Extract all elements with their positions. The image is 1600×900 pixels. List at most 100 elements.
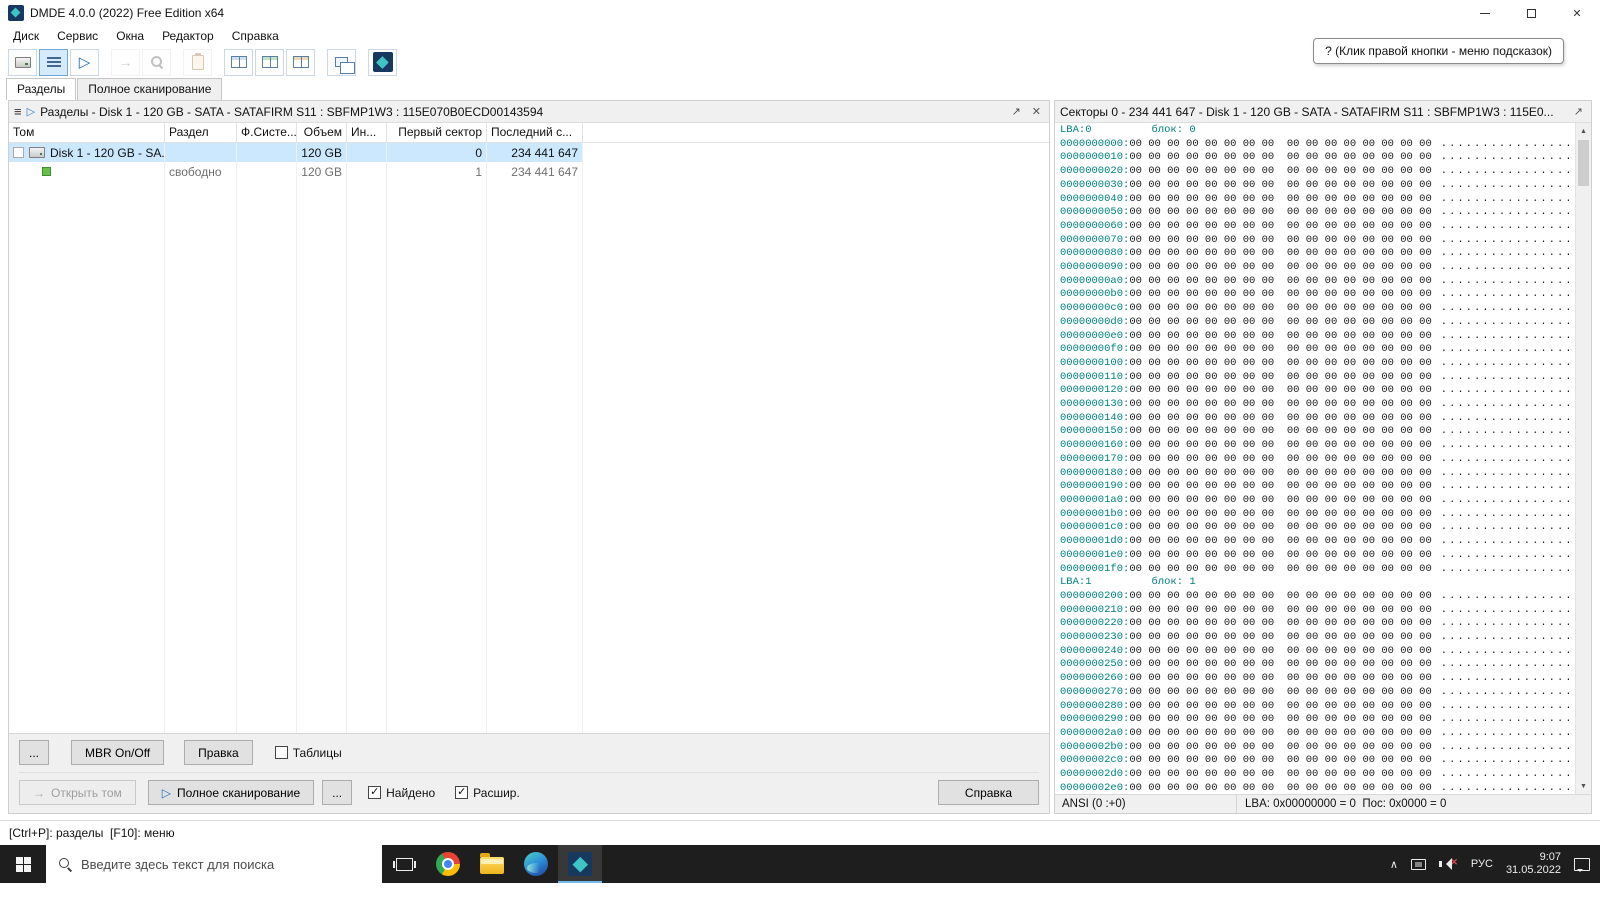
hex-row[interactable]: 0000000030:00 00 00 00 00 00 00 00 00 00…: [1060, 179, 1575, 193]
column-filesystem[interactable]: Ф.Систе...: [237, 123, 297, 142]
menu-editor[interactable]: Редактор: [153, 27, 223, 45]
hex-row[interactable]: 00000000c0:00 00 00 00 00 00 00 00 00 00…: [1060, 302, 1575, 316]
edit-button[interactable]: Правка: [184, 740, 253, 765]
toolbar-about-button[interactable]: [368, 49, 397, 76]
hex-row[interactable]: 0000000120:00 00 00 00 00 00 00 00 00 00…: [1060, 384, 1575, 398]
undock-icon[interactable]: ↗: [1571, 105, 1586, 118]
hex-row[interactable]: 0000000140:00 00 00 00 00 00 00 00 00 00…: [1060, 412, 1575, 426]
found-checkbox[interactable]: Найдено: [368, 786, 435, 800]
hex-row[interactable]: 0000000110:00 00 00 00 00 00 00 00 00 00…: [1060, 371, 1575, 385]
hex-row[interactable]: 00000000a0:00 00 00 00 00 00 00 00 00 00…: [1060, 275, 1575, 289]
hex-row[interactable]: 0000000100:00 00 00 00 00 00 00 00 00 00…: [1060, 357, 1575, 371]
action-center-icon[interactable]: [1574, 858, 1590, 871]
hex-row[interactable]: 00000001e0:00 00 00 00 00 00 00 00 00 00…: [1060, 549, 1575, 563]
hex-row[interactable]: 0000000080:00 00 00 00 00 00 00 00 00 00…: [1060, 247, 1575, 261]
hex-row[interactable]: 0000000230:00 00 00 00 00 00 00 00 00 00…: [1060, 631, 1575, 645]
tab-full-scan[interactable]: Полное сканирование: [77, 78, 222, 100]
start-button[interactable]: [0, 845, 46, 883]
toolbar-select-disk-button[interactable]: [8, 49, 37, 76]
partition-row-disk[interactable]: Disk 1 - 120 GB - SA... 120 GB 0 234 441…: [9, 143, 1049, 162]
hex-row[interactable]: 0000000210:00 00 00 00 00 00 00 00 00 00…: [1060, 604, 1575, 618]
scroll-up-icon[interactable]: ▲: [1576, 123, 1591, 139]
hex-row[interactable]: 0000000200:00 00 00 00 00 00 00 00 00 00…: [1060, 590, 1575, 604]
scrollbar-thumb[interactable]: [1578, 140, 1589, 186]
close-button[interactable]: ✕: [1554, 0, 1600, 26]
hex-row[interactable]: 0000000280:00 00 00 00 00 00 00 00 00 00…: [1060, 700, 1575, 714]
column-last-sector[interactable]: Последний с...: [487, 123, 583, 142]
clock[interactable]: 9:07 31.05.2022: [1506, 851, 1561, 877]
hex-row[interactable]: 0000000090:00 00 00 00 00 00 00 00 00 00…: [1060, 261, 1575, 275]
toolbar-windows-button[interactable]: [327, 49, 356, 76]
tables-checkbox[interactable]: Таблицы: [275, 746, 342, 760]
hex-row[interactable]: 0000000060:00 00 00 00 00 00 00 00 00 00…: [1060, 220, 1575, 234]
hex-row[interactable]: 0000000240:00 00 00 00 00 00 00 00 00 00…: [1060, 645, 1575, 659]
menu-service[interactable]: Сервис: [48, 27, 107, 45]
hex-row[interactable]: 00000000f0:00 00 00 00 00 00 00 00 00 00…: [1060, 343, 1575, 357]
toolbar-full-scan-button[interactable]: ▷: [70, 49, 99, 76]
hex-row[interactable]: 00000000e0:00 00 00 00 00 00 00 00 00 00…: [1060, 330, 1575, 344]
hex-row[interactable]: 00000000d0:00 00 00 00 00 00 00 00 00 00…: [1060, 316, 1575, 330]
undock-icon[interactable]: ↗: [1009, 105, 1024, 118]
hex-row[interactable]: 00000001d0:00 00 00 00 00 00 00 00 00 00…: [1060, 535, 1575, 549]
row-checkbox[interactable]: [13, 147, 24, 158]
column-first-sector[interactable]: Первый сектор: [387, 123, 487, 142]
panel-close-icon[interactable]: ✕: [1029, 105, 1044, 118]
taskbar-edge-button[interactable]: [514, 845, 558, 883]
hex-row[interactable]: 0000000070:00 00 00 00 00 00 00 00 00 00…: [1060, 234, 1575, 248]
hex-row[interactable]: 00000001b0:00 00 00 00 00 00 00 00 00 00…: [1060, 508, 1575, 522]
hex-row[interactable]: 00000002b0:00 00 00 00 00 00 00 00 00 00…: [1060, 741, 1575, 755]
help-button[interactable]: Справка: [938, 780, 1039, 805]
hex-row[interactable]: 00000001c0:00 00 00 00 00 00 00 00 00 00…: [1060, 521, 1575, 535]
hex-row[interactable]: 00000001a0:00 00 00 00 00 00 00 00 00 00…: [1060, 494, 1575, 508]
more-button[interactable]: ...: [19, 740, 49, 765]
taskbar-dmde-button[interactable]: [558, 845, 602, 883]
hex-row[interactable]: 0000000220:00 00 00 00 00 00 00 00 00 00…: [1060, 617, 1575, 631]
mbr-onoff-button[interactable]: MBR On/Off: [71, 740, 164, 765]
hex-row[interactable]: 0000000160:00 00 00 00 00 00 00 00 00 00…: [1060, 439, 1575, 453]
full-scan-button[interactable]: ▷ Полное сканирование: [148, 780, 314, 805]
hex-row[interactable]: 0000000270:00 00 00 00 00 00 00 00 00 00…: [1060, 686, 1575, 700]
minimize-button[interactable]: [1462, 0, 1508, 26]
tray-expand-icon[interactable]: ∧: [1390, 858, 1398, 871]
scroll-down-icon[interactable]: ▼: [1576, 778, 1591, 794]
toolbar-table-dir-button[interactable]: [286, 49, 315, 76]
hex-row[interactable]: 0000000040:00 00 00 00 00 00 00 00 00 00…: [1060, 193, 1575, 207]
hex-row[interactable]: 00000002d0:00 00 00 00 00 00 00 00 00 00…: [1060, 768, 1575, 782]
tab-partitions[interactable]: Разделы: [6, 78, 76, 100]
taskbar-search[interactable]: Введите здесь текст для поиска: [46, 845, 382, 883]
toolbar-table-partitions-button[interactable]: [224, 49, 253, 76]
hex-row[interactable]: 0000000000:00 00 00 00 00 00 00 00 00 00…: [1060, 138, 1575, 152]
column-indicators[interactable]: Ин...: [347, 123, 387, 142]
maximize-button[interactable]: [1508, 0, 1554, 26]
hex-row[interactable]: 0000000150:00 00 00 00 00 00 00 00 00 00…: [1060, 425, 1575, 439]
hex-row[interactable]: 00000001f0:00 00 00 00 00 00 00 00 00 00…: [1060, 563, 1575, 577]
column-partition[interactable]: Раздел: [165, 123, 237, 142]
menu-help[interactable]: Справка: [223, 27, 288, 45]
hex-row[interactable]: 00000002a0:00 00 00 00 00 00 00 00 00 00…: [1060, 727, 1575, 741]
taskbar-chrome-button[interactable]: [426, 845, 470, 883]
hex-row[interactable]: 00000002c0:00 00 00 00 00 00 00 00 00 00…: [1060, 754, 1575, 768]
hex-row[interactable]: 00000002e0:00 00 00 00 00 00 00 00 00 00…: [1060, 782, 1575, 794]
toolbar-partitions-button[interactable]: [39, 49, 68, 76]
volume-muted-icon[interactable]: ✕: [1439, 857, 1458, 871]
toolbar-table-boot-button[interactable]: [255, 49, 284, 76]
hex-row[interactable]: 0000000250:00 00 00 00 00 00 00 00 00 00…: [1060, 658, 1575, 672]
hex-row[interactable]: 00000000b0:00 00 00 00 00 00 00 00 00 00…: [1060, 288, 1575, 302]
hex-row[interactable]: 0000000180:00 00 00 00 00 00 00 00 00 00…: [1060, 467, 1575, 481]
hex-scrollbar[interactable]: ▲ ▼: [1575, 123, 1591, 794]
taskbar-explorer-button[interactable]: [470, 845, 514, 883]
column-size[interactable]: Объем: [297, 123, 347, 142]
extended-checkbox[interactable]: Расшир.: [455, 786, 520, 800]
hex-row[interactable]: 0000000170:00 00 00 00 00 00 00 00 00 00…: [1060, 453, 1575, 467]
language-indicator[interactable]: РУС: [1471, 858, 1493, 870]
hex-row[interactable]: 0000000290:00 00 00 00 00 00 00 00 00 00…: [1060, 713, 1575, 727]
panel-menu-icon[interactable]: ≡: [14, 104, 22, 119]
tray-display-icon[interactable]: [1411, 859, 1426, 870]
menu-windows[interactable]: Окна: [107, 27, 153, 45]
hex-row[interactable]: 0000000130:00 00 00 00 00 00 00 00 00 00…: [1060, 398, 1575, 412]
column-volume[interactable]: Том: [9, 123, 165, 142]
partition-row-free-space[interactable]: свободно 120 GB 1 234 441 647: [9, 162, 1049, 181]
task-view-button[interactable]: [382, 845, 426, 883]
hex-row[interactable]: 0000000010:00 00 00 00 00 00 00 00 00 00…: [1060, 151, 1575, 165]
hex-row[interactable]: 0000000190:00 00 00 00 00 00 00 00 00 00…: [1060, 480, 1575, 494]
